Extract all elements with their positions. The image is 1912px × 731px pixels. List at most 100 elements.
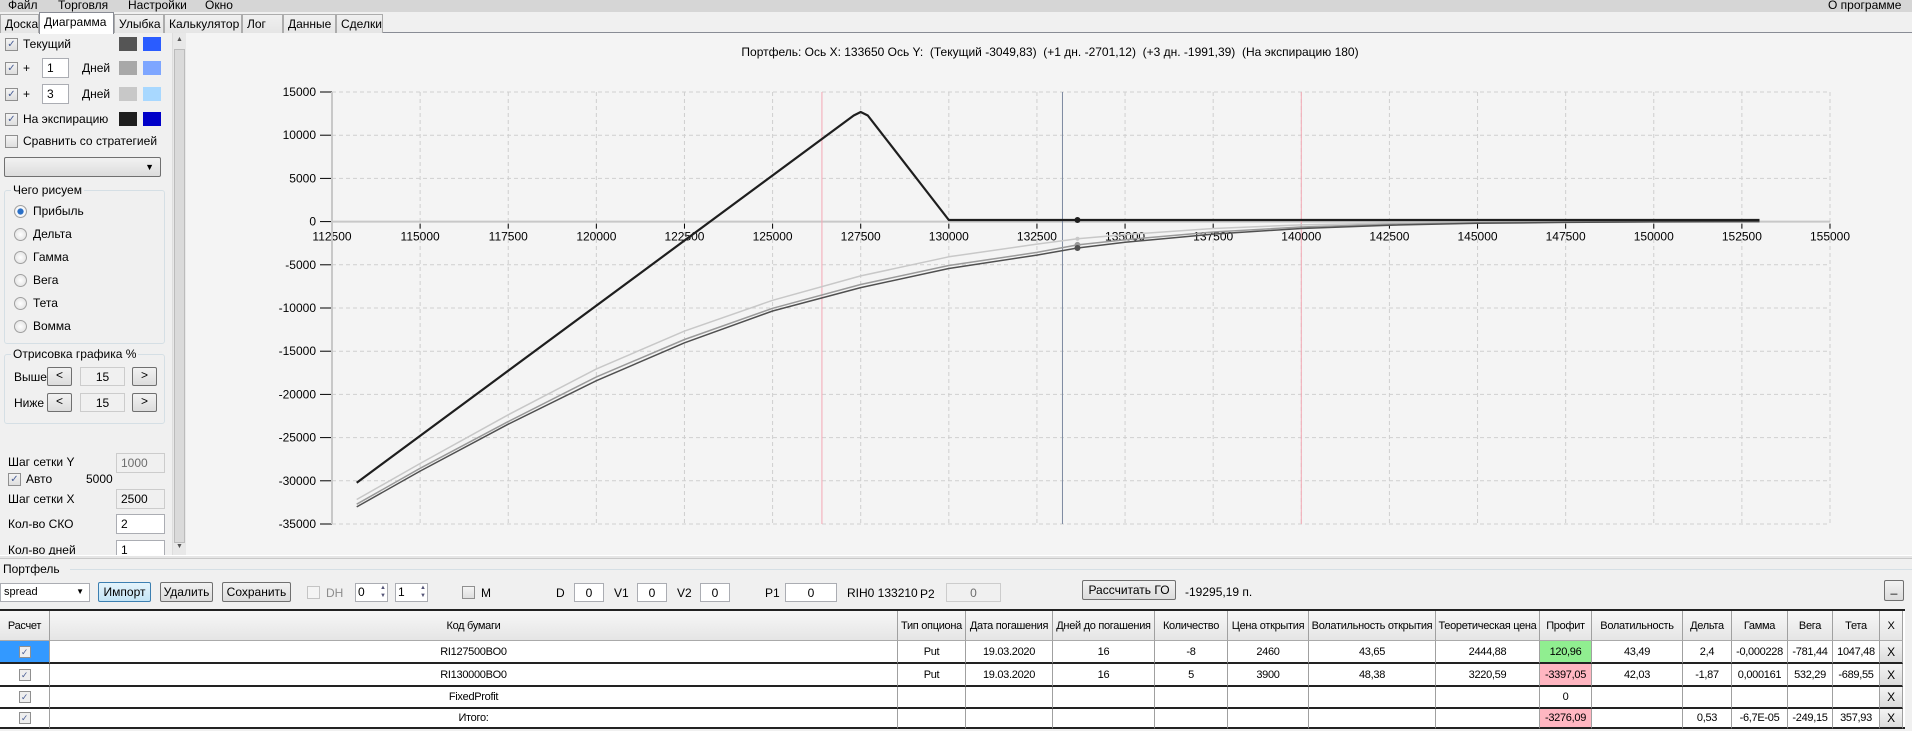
column-header-theta[interactable]: Тета xyxy=(1833,611,1880,641)
series-line-current xyxy=(356,220,1760,508)
column-header-profit[interactable]: Профит xyxy=(1540,611,1592,641)
remove-row-button[interactable]: X xyxy=(1880,641,1903,664)
cell-theo-price: 3220,59 xyxy=(1436,664,1540,687)
y-tick-label: 0 xyxy=(309,215,316,229)
cell-open-price: 2460 xyxy=(1228,641,1309,664)
column-header-vega[interactable]: Вега xyxy=(1788,611,1833,641)
column-header-qty[interactable]: Количество xyxy=(1155,611,1228,641)
cell-theta: 1047,48 xyxy=(1833,641,1880,664)
cell-code[interactable]: RI127500BO0 xyxy=(50,641,898,664)
column-header-remove[interactable]: X xyxy=(1880,611,1903,641)
y-tick-label: -15000 xyxy=(279,344,317,358)
x-tick-label: 145000 xyxy=(1458,230,1498,244)
v2-input[interactable]: 0 xyxy=(700,583,730,602)
column-header-gamma[interactable]: Гамма xyxy=(1732,611,1788,641)
cell-profit: -3397,05 xyxy=(1540,664,1592,687)
cell-code[interactable]: RI130000BO0 xyxy=(50,664,898,687)
remove-row-button[interactable]: X xyxy=(1880,687,1903,709)
calc-go-button[interactable]: Рассчитать ГО xyxy=(1082,580,1176,600)
x-tick-label: 117500 xyxy=(489,230,528,244)
cell-open-price xyxy=(1228,709,1309,729)
x-tick-label: 155000 xyxy=(1810,230,1850,244)
column-header-type[interactable]: Тип опциона xyxy=(898,611,966,641)
p2-input[interactable]: 0 xyxy=(946,583,1001,602)
cell-code[interactable]: Итого: xyxy=(50,709,898,729)
calc-checkbox[interactable]: ✓ xyxy=(18,691,31,703)
cell-vega xyxy=(1788,687,1833,709)
column-header-calc[interactable]: Расчет xyxy=(0,611,50,641)
cell-open-vol: 43,65 xyxy=(1309,641,1436,664)
column-header-vol[interactable]: Волатильность xyxy=(1592,611,1683,641)
go-value: -19295,19 п. xyxy=(1185,585,1253,599)
strategy-combo-value: spread xyxy=(4,586,38,598)
delete-button[interactable]: Удалить xyxy=(160,582,213,602)
x-tick-label: 127500 xyxy=(841,230,881,244)
column-header-theo-price[interactable]: Теоретическая цена xyxy=(1436,611,1540,641)
row-calc-cell[interactable]: ✓ xyxy=(0,641,50,664)
spinner-1[interactable]: 0 ▲ ▼ xyxy=(355,583,388,602)
p1-input[interactable]: 0 xyxy=(785,583,837,602)
tab-diagram[interactable]: Диаграмма xyxy=(39,12,114,34)
calc-checkbox[interactable]: ✓ xyxy=(18,668,31,681)
p1-label: P1 xyxy=(765,586,780,600)
divider xyxy=(70,569,1912,570)
v1-input[interactable]: 0 xyxy=(637,583,667,602)
cell-delta xyxy=(1683,687,1732,709)
x-tick-label: 147500 xyxy=(1546,230,1586,244)
payoff-chart[interactable]: 1125001150001175001200001225001250001275… xyxy=(0,0,1912,555)
remove-row-button[interactable]: X xyxy=(1880,664,1903,687)
calc-checkbox[interactable]: ✓ xyxy=(18,712,31,724)
y-tick-label: -25000 xyxy=(279,431,317,445)
column-header-expiry[interactable]: Дата погашения xyxy=(966,611,1053,641)
p2-label: P2 xyxy=(920,587,935,601)
cell-code[interactable]: FixedProfit xyxy=(50,687,898,709)
cell-delta: -1,87 xyxy=(1683,664,1732,687)
v2-label: V2 xyxy=(677,586,692,600)
column-header-code[interactable]: Код бумаги xyxy=(50,611,898,641)
row-calc-cell[interactable]: ✓ xyxy=(0,664,50,687)
import-button[interactable]: Импорт xyxy=(98,582,151,602)
y-tick-label: -20000 xyxy=(279,387,317,401)
cell-type: Put xyxy=(898,664,966,687)
strategy-combo[interactable]: spread ▼ xyxy=(0,583,90,602)
cell-days xyxy=(1053,709,1155,729)
spinner-2-value: 1 xyxy=(398,585,405,599)
dh-checkbox[interactable] xyxy=(307,586,320,599)
cell-theta: 357,93 xyxy=(1833,709,1880,729)
column-header-days[interactable]: Дней до погашения xyxy=(1053,611,1155,641)
spinner-1-value: 0 xyxy=(358,585,365,599)
calc-checkbox[interactable]: ✓ xyxy=(18,645,31,658)
series-line-expiration xyxy=(356,110,1760,484)
column-header-open-vol[interactable]: Волатильность открытия xyxy=(1309,611,1436,641)
column-header-delta[interactable]: Дельта xyxy=(1683,611,1732,641)
y-tick-label: -30000 xyxy=(279,474,317,488)
panel-splitter[interactable] xyxy=(0,555,1912,559)
y-tick-label: 5000 xyxy=(289,171,316,185)
y-tick-label: -35000 xyxy=(279,517,317,531)
x-tick-label: 142500 xyxy=(1369,230,1409,244)
cell-theo-price: 2444,88 xyxy=(1436,641,1540,664)
cell-expiry: 19.03.2020 xyxy=(966,664,1053,687)
rih-price: RIH0 133210 xyxy=(847,586,918,600)
y-tick-label: 15000 xyxy=(283,85,317,99)
cell-theo-price xyxy=(1436,709,1540,729)
cell-open-vol xyxy=(1309,709,1436,729)
cell-gamma: -6,7E-05 xyxy=(1732,709,1788,729)
m-label: M xyxy=(481,586,491,600)
remove-row-button[interactable]: X xyxy=(1880,709,1903,729)
cell-vol: 42,03 xyxy=(1592,664,1683,687)
spinner-arrows-icon[interactable]: ▲ ▼ xyxy=(420,584,426,600)
cell-open-price xyxy=(1228,687,1309,709)
row-calc-cell[interactable]: ✓ xyxy=(0,687,50,709)
spinner-2[interactable]: 1 ▲ ▼ xyxy=(395,583,428,602)
spinner-arrows-icon[interactable]: ▲ ▼ xyxy=(380,584,386,600)
minimize-button[interactable]: _ xyxy=(1884,580,1904,601)
save-button[interactable]: Сохранить xyxy=(222,582,291,602)
row-calc-cell[interactable]: ✓ xyxy=(0,709,50,729)
x-tick-label: 115000 xyxy=(401,230,440,244)
m-checkbox[interactable] xyxy=(462,586,475,599)
cell-days xyxy=(1053,687,1155,709)
d-input[interactable]: 0 xyxy=(574,583,604,602)
column-header-open-price[interactable]: Цена открытия xyxy=(1228,611,1309,641)
series-line-plus3 xyxy=(356,220,1760,501)
